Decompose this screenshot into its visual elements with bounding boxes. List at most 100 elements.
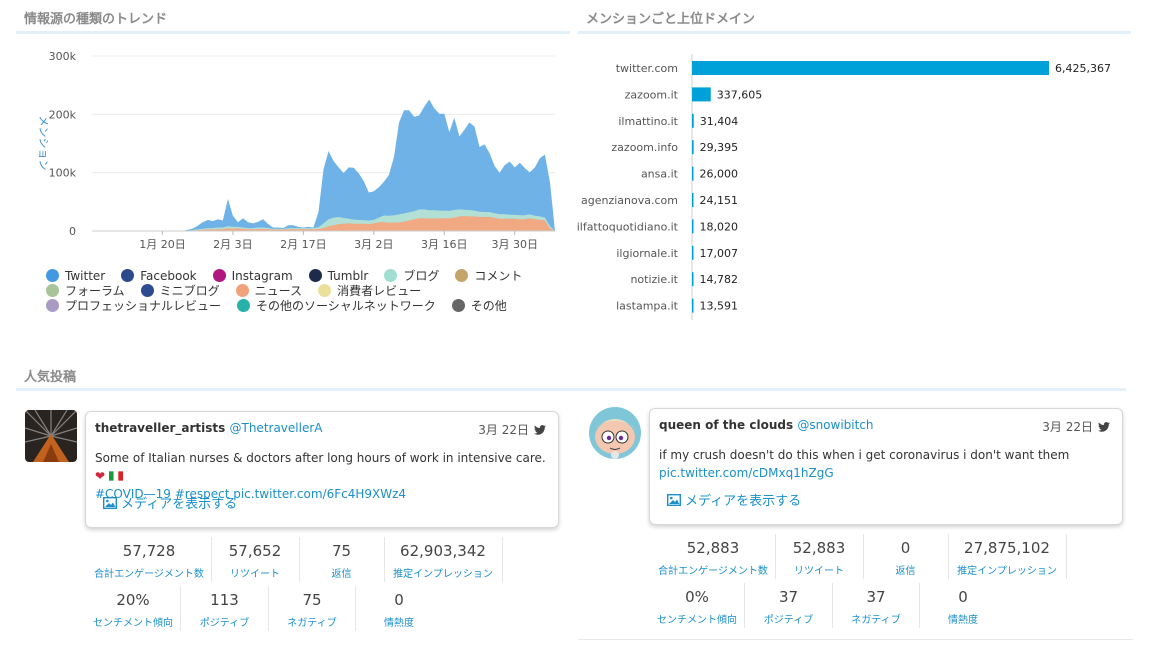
legend-label: Instagram — [231, 268, 293, 283]
stat-label: 返信 — [331, 569, 352, 580]
post-card[interactable]: queen of the clouds @snowibitch 3月 22日 i… — [649, 408, 1123, 525]
legend-item[interactable]: Facebook — [121, 269, 197, 283]
image-icon — [103, 496, 117, 509]
italy-flag-icon — [108, 471, 123, 481]
domain-bar[interactable] — [692, 219, 694, 234]
stat-sentiment: 20% センチメント傾向 — [88, 591, 178, 629]
stat-label: センチメント傾向 — [657, 615, 737, 626]
domain-bar[interactable] — [692, 193, 694, 207]
legend-item[interactable]: プロフェッショナルレビュー — [46, 297, 221, 314]
image-icon — [667, 493, 681, 506]
stat-total-engagement: 57,728 合計エンゲージメント数 — [88, 542, 210, 580]
stat-passion: 0 情熱度 — [356, 591, 442, 629]
legend-label: Tumblr — [327, 268, 369, 283]
legend-swatch — [455, 269, 469, 282]
stat-passion: 0 情熱度 — [920, 588, 1006, 626]
legend-label: その他のソーシャルネットワーク — [256, 299, 436, 313]
domain-value: 6,425,367 — [1055, 62, 1111, 75]
post-date: 3月 22日 — [478, 423, 529, 437]
stat-label: 合計エンゲージメント数 — [658, 566, 768, 577]
stat-value: 0 — [394, 591, 404, 609]
stat-label: 推定インプレッション — [393, 569, 493, 580]
legend-swatch — [46, 284, 59, 297]
legend-label: コメント — [474, 269, 523, 283]
legend-swatch — [235, 284, 249, 297]
legend-item[interactable]: Tumblr — [308, 268, 369, 283]
stat-sentiment: 0% センチメント傾向 — [652, 588, 742, 626]
post-link[interactable]: pic.twitter.com/6Fc4H9XWz4 — [233, 487, 406, 501]
domain-bar[interactable] — [692, 298, 694, 313]
twitter-icon — [1098, 421, 1110, 432]
post-author-line: thetraveller_artists @ThetravellerA — [95, 421, 323, 435]
posts-section-rule — [16, 388, 1126, 391]
post-bottom-rule — [578, 639, 1133, 640]
post-link[interactable]: pic.twitter.com/cDMxq1hZgG — [659, 466, 834, 480]
avatar[interactable] — [589, 407, 641, 459]
x-tick-label: 2月 3日 — [213, 238, 253, 251]
y-tick-label: 200k — [49, 108, 77, 121]
x-tick-label: 3月 16日 — [421, 238, 468, 251]
domain-bar[interactable] — [692, 272, 694, 287]
domain-bar[interactable] — [692, 113, 694, 128]
domain-bar[interactable] — [692, 166, 694, 181]
stat-label: 返信 — [895, 566, 916, 577]
heart-emoji: ❤ — [95, 469, 106, 483]
area-series-Twitter[interactable] — [92, 99, 555, 232]
domain-label[interactable]: zazoom.info — [611, 141, 678, 154]
legend-item[interactable]: Twitter — [46, 269, 105, 283]
posts-section-title: 人気投稿 — [24, 370, 77, 385]
post-author[interactable]: thetraveller_artists — [95, 421, 225, 435]
domain-label[interactable]: notizie.it — [630, 273, 678, 286]
stat-label: ネガティブ — [287, 618, 337, 629]
show-media-button[interactable]: メディアを表示する — [667, 490, 801, 509]
y-tick-label: 100k — [49, 167, 77, 180]
legend-swatch — [318, 284, 332, 297]
show-media-button[interactable]: メディアを表示する — [103, 493, 237, 512]
stat-label: 合計エンゲージメント数 — [94, 569, 204, 580]
domain-label[interactable]: twitter.com — [616, 62, 678, 75]
y-axis-label: メンション — [37, 116, 50, 171]
post-card[interactable]: thetraveller_artists @ThetravellerA 3月 2… — [85, 411, 559, 528]
domain-value: 14,782 — [700, 273, 739, 286]
stat-label: ポジティブ — [763, 615, 814, 626]
post-date-line: 3月 22日 — [1042, 418, 1110, 435]
legend-item[interactable]: その他 — [451, 297, 507, 314]
domain-bar[interactable] — [692, 140, 694, 155]
stat-label: ネガティブ — [851, 615, 901, 626]
stat-label: リツイート — [794, 566, 844, 577]
stat-label: 推定インプレッション — [957, 566, 1057, 577]
stat-value: 57,652 — [228, 542, 282, 560]
domain-label[interactable]: agenzianova.com — [581, 194, 678, 207]
trend-legend: Twitter Facebook Instagram Tumblr ブログ コメント フォ… — [46, 268, 566, 313]
domain-label[interactable]: ilgiornale.it — [616, 247, 678, 260]
domain-label[interactable]: ilfattoquotidiano.it — [577, 220, 679, 233]
domain-label[interactable]: zazoom.it — [625, 88, 679, 101]
domain-label[interactable]: ansa.it — [641, 168, 679, 181]
post-author[interactable]: queen of the clouds — [659, 418, 793, 432]
legend-item[interactable]: Instagram — [212, 268, 293, 283]
stat-retweets: 52,883 リツイート — [776, 539, 862, 577]
avatar[interactable] — [25, 410, 77, 462]
stat-positive: 37 ポジティブ — [745, 588, 832, 626]
domain-value: 29,395 — [700, 141, 739, 154]
legend-row-1: Twitter Facebook Instagram Tumblr ブログ コメント — [46, 268, 566, 283]
legend-item[interactable]: コメント — [455, 267, 522, 284]
domain-bar[interactable] — [692, 61, 1049, 75]
domain-value: 31,404 — [700, 115, 739, 128]
y-tick-label: 0 — [69, 225, 76, 238]
post-date-line: 3月 22日 — [478, 421, 546, 438]
post-body: Some of Italian nurses & doctors after l… — [95, 451, 546, 465]
domain-label[interactable]: lastampa.it — [616, 300, 679, 313]
domain-bar[interactable] — [692, 87, 711, 102]
domain-label[interactable]: ilmattino.it — [618, 115, 678, 128]
stat-value: 20% — [116, 591, 150, 609]
domain-bar[interactable] — [692, 245, 694, 260]
post-handle[interactable]: @ThetravellerA — [230, 421, 323, 435]
post-handle[interactable]: @snowibitch — [797, 418, 873, 432]
post-text: if my crush doesn't do this when i get c… — [659, 446, 1119, 482]
legend-swatch — [121, 269, 135, 282]
legend-item[interactable]: その他のソーシャルネットワーク — [237, 297, 436, 314]
legend-swatch — [451, 299, 465, 312]
stat-label: 情熱度 — [384, 618, 414, 629]
legend-swatch — [140, 284, 154, 297]
